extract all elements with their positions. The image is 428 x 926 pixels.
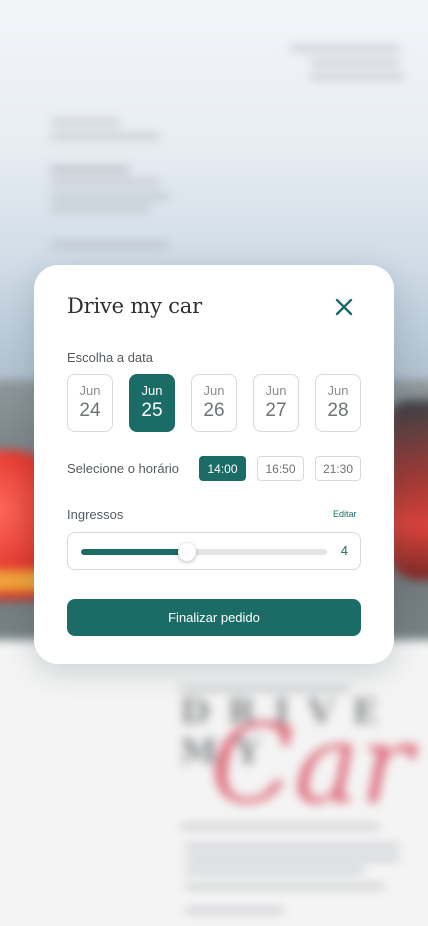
- date-month: Jun: [265, 383, 287, 398]
- time-option-selected[interactable]: 14:00: [199, 456, 246, 481]
- edit-link[interactable]: Editar: [333, 509, 357, 519]
- finish-order-button[interactable]: Finalizar pedido: [67, 599, 361, 636]
- date-day: 27: [265, 400, 287, 421]
- tickets-label: Ingressos: [67, 507, 124, 522]
- modal-title: Drive my car: [67, 294, 202, 318]
- date-picker: Jun 24 Jun 25 Jun 26 Jun 27 Jun 28: [67, 374, 361, 432]
- close-icon: [335, 298, 353, 316]
- date-option[interactable]: Jun 27: [253, 374, 299, 432]
- date-month: Jun: [327, 383, 349, 398]
- time-section-label: Selecione o horário: [67, 461, 180, 476]
- date-day: 28: [327, 400, 349, 421]
- date-option[interactable]: Jun 28: [315, 374, 361, 432]
- date-month: Jun: [79, 383, 101, 398]
- slider-thumb[interactable]: [177, 543, 196, 561]
- date-day: 24: [79, 400, 101, 421]
- slider-fill: [81, 549, 187, 555]
- ticket-quantity-box: 4: [67, 532, 361, 570]
- time-option[interactable]: 16:50: [257, 456, 304, 481]
- date-option-selected[interactable]: Jun 25: [129, 374, 175, 432]
- ticket-slider[interactable]: [81, 543, 327, 561]
- date-month: Jun: [203, 383, 225, 398]
- ticket-count: 4: [340, 543, 348, 558]
- date-section-label: Escolha a data: [67, 350, 154, 365]
- date-option[interactable]: Jun 26: [191, 374, 237, 432]
- date-day: 26: [203, 400, 225, 421]
- date-month: Jun: [141, 383, 163, 398]
- date-day: 25: [141, 400, 163, 421]
- time-option[interactable]: 21:30: [315, 456, 361, 481]
- ticket-modal: Drive my car Escolha a data Jun 24 Jun 2…: [34, 265, 394, 664]
- date-option[interactable]: Jun 24: [67, 374, 113, 432]
- close-button[interactable]: [330, 293, 358, 321]
